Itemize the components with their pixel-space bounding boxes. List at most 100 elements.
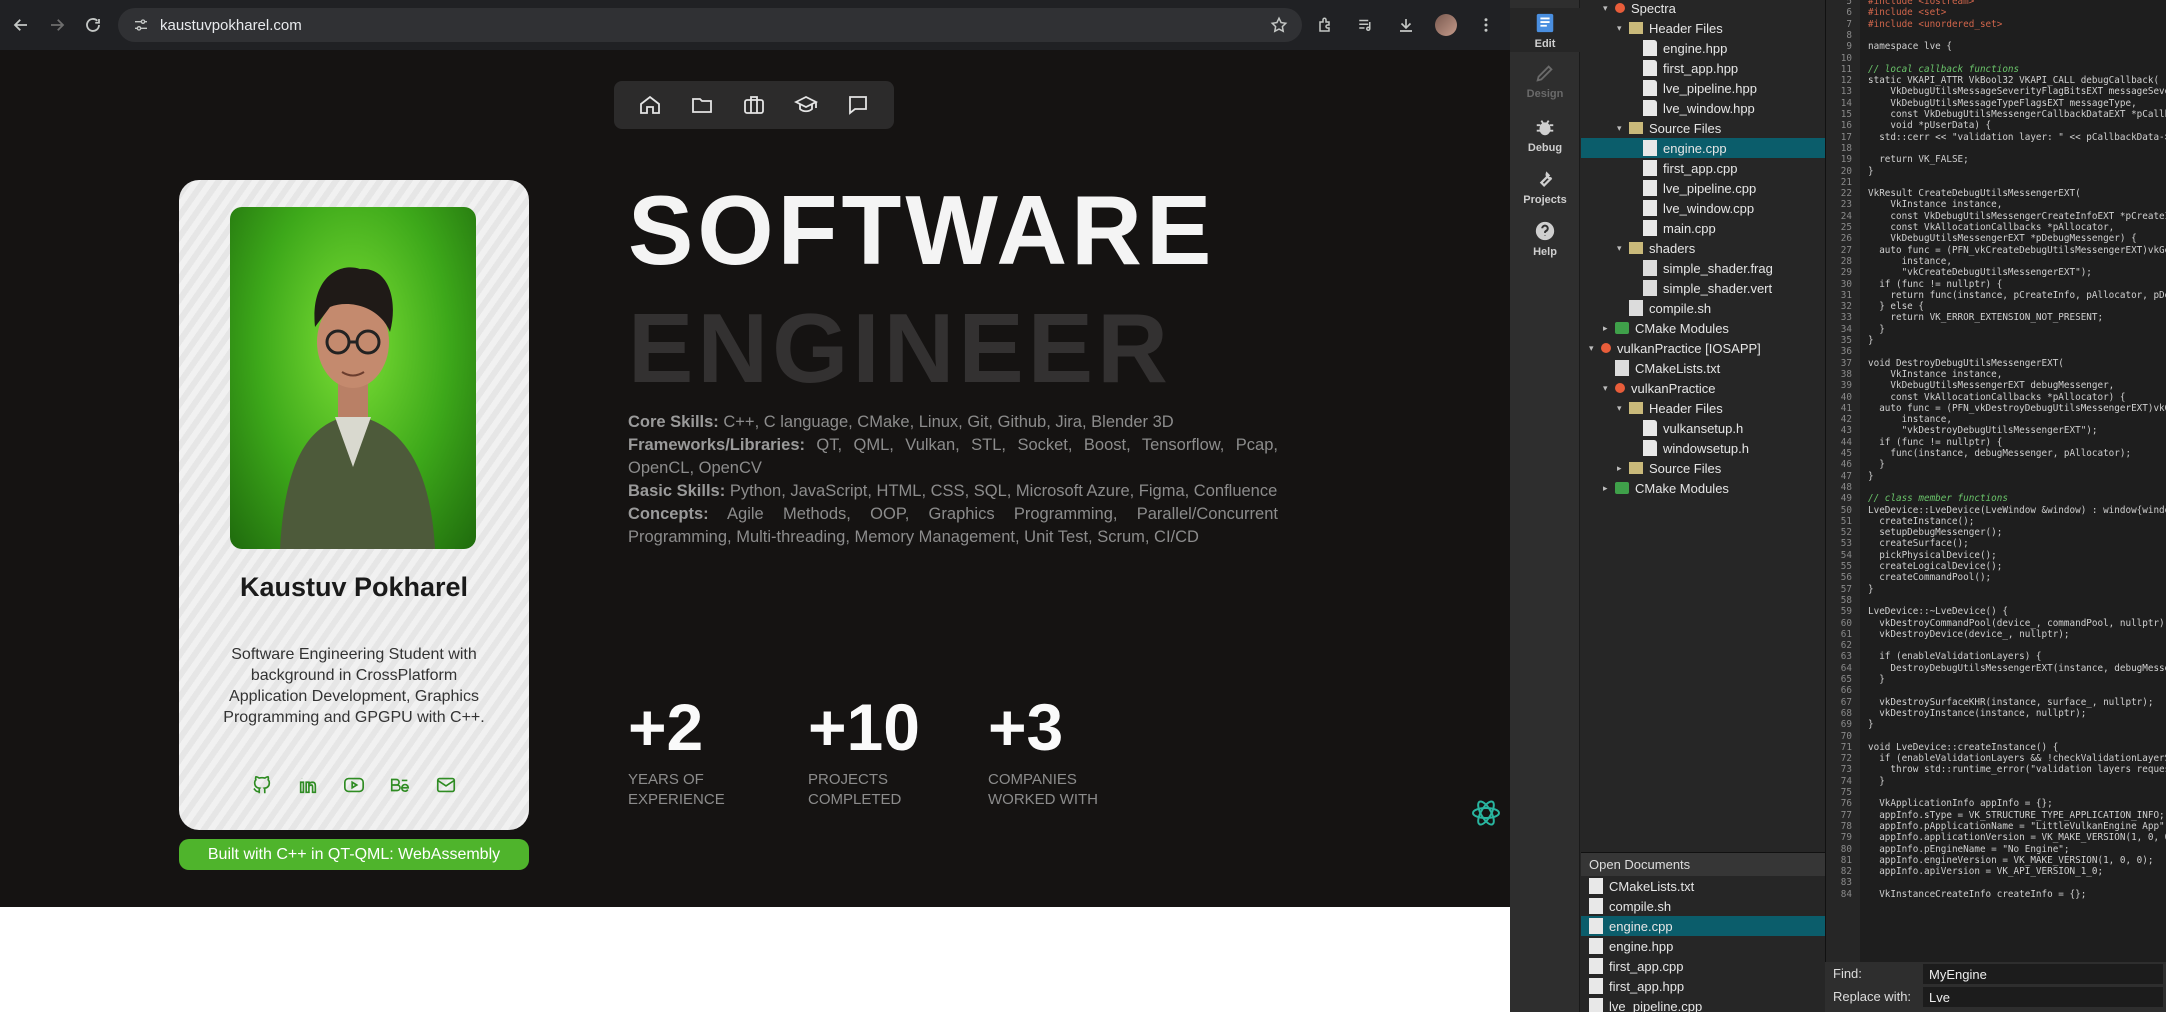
extensions-icon[interactable] [1310,10,1342,40]
tree-item[interactable]: vulkansetup.h [1581,418,1825,438]
replace-value: Lve [1929,989,1950,1005]
line-number: 74 [1840,775,1852,787]
stat-projects: +10 Projects Completed [808,690,978,810]
tree-item[interactable]: simple_shader.frag [1581,258,1825,278]
code-text: // class member functions [1868,493,2008,505]
back-icon[interactable] [6,10,36,40]
stat-label: Years of Experience [628,771,725,808]
chat-icon[interactable] [840,87,876,123]
profile-photo [230,207,476,549]
code-text: "vkCreateDebugUtilsMessengerEXT"); [1868,267,2092,279]
tree-item[interactable]: ▾ Header Files [1581,398,1825,418]
linkedin-icon[interactable] [295,772,321,798]
tree-item-label: Source Files [1649,460,1722,476]
chevron-right-icon[interactable]: ▸ [1603,323,1615,334]
behance-icon[interactable] [387,772,413,798]
tree-item[interactable]: engine.cpp [1581,138,1825,158]
chevron-down-icon[interactable]: ▾ [1617,403,1629,414]
profile-avatar[interactable] [1430,10,1462,40]
tree-item[interactable]: ▸ Source Files [1581,458,1825,478]
file-icon [1589,998,1603,1012]
open-document-item[interactable]: first_app.hpp [1581,976,1825,996]
line-number: 20 [1840,165,1852,177]
open-document-item[interactable]: CMakeLists.txt [1581,876,1825,896]
mode-debug[interactable]: Debug [1510,116,1580,154]
tree-item[interactable]: ▾ Header Files [1581,18,1825,38]
tree-item-label: engine.cpp [1663,140,1727,156]
file-icon [1643,40,1657,56]
tree-item[interactable]: lve_pipeline.hpp [1581,78,1825,98]
tree-item[interactable]: ▸ CMake Modules [1581,318,1825,338]
chevron-down-icon[interactable]: ▾ [1617,123,1629,134]
browser-menu-icon[interactable] [1470,10,1502,40]
line-number: 77 [1840,809,1852,821]
bookmark-star-icon[interactable] [1270,16,1288,39]
reload-icon[interactable] [78,10,108,40]
media-queue-icon[interactable] [1350,10,1382,40]
tree-item[interactable]: simple_shader.vert [1581,278,1825,298]
tree-item-label: first_app.cpp [1663,160,1738,176]
open-documents-header[interactable]: Open Documents [1581,852,1825,876]
cmake-icon [1615,322,1629,334]
line-number: 17 [1840,131,1852,143]
tree-item[interactable]: ▾ shaders [1581,238,1825,258]
open-document-item[interactable]: lve_pipeline.cpp [1581,996,1825,1012]
github-icon[interactable] [249,772,275,798]
mode-projects[interactable]: Projects [1510,168,1580,206]
code-text: LveDevice::~LveDevice() { [1868,606,2008,618]
forward-icon[interactable] [42,10,72,40]
tree-item[interactable]: first_app.cpp [1581,158,1825,178]
ai-assistant-icon[interactable] [1470,797,1502,829]
line-number: 84 [1840,888,1852,900]
chevron-down-icon[interactable]: ▾ [1617,23,1629,34]
mode-edit[interactable]: Edit [1510,8,1580,52]
site-info-icon[interactable] [126,17,156,33]
line-number: 13 [1840,86,1852,98]
tree-item[interactable]: lve_window.cpp [1581,198,1825,218]
replace-input[interactable]: Lve [1923,987,2163,1007]
tree-item[interactable]: main.cpp [1581,218,1825,238]
file-icon [1589,918,1603,934]
find-input[interactable]: MyEngine [1923,964,2163,984]
address-bar[interactable]: kaustuvpokharel.com [118,8,1302,42]
code-text: vkDestroyCommandPool(device_, commandPoo… [1868,617,2166,629]
tree-item[interactable]: ▾ Spectra [1581,0,1825,18]
chevron-down-icon[interactable]: ▾ [1603,383,1615,394]
tree-item[interactable]: compile.sh [1581,298,1825,318]
open-document-item[interactable]: engine.cpp [1581,916,1825,936]
tree-item[interactable]: lve_window.hpp [1581,98,1825,118]
tree-item[interactable]: engine.hpp [1581,38,1825,58]
tree-item[interactable]: CMakeLists.txt [1581,358,1825,378]
download-icon[interactable] [1390,10,1422,40]
site-navbar [614,81,894,129]
tree-item[interactable]: ▾ vulkanPractice [IOSAPP] [1581,338,1825,358]
mode-help[interactable]: Help [1510,220,1580,258]
tree-item[interactable]: ▸ CMake Modules [1581,478,1825,498]
chevron-right-icon[interactable]: ▸ [1617,463,1629,474]
tree-item[interactable]: windowsetup.h [1581,438,1825,458]
chevron-down-icon[interactable]: ▾ [1589,343,1601,354]
stat-years: +2 Years of Experience [628,690,798,810]
mode-design[interactable]: Design [1510,62,1580,100]
chevron-down-icon[interactable]: ▾ [1603,3,1615,14]
tree-item[interactable]: ▾ vulkanPractice [1581,378,1825,398]
youtube-icon[interactable] [341,772,367,798]
code-editor[interactable]: 5 #include <iostream> 6 #include <set> 7 #inc… [1825,0,2166,962]
line-number: 24 [1840,210,1852,222]
built-with-badge[interactable]: Built with C++ in QT-QML: WebAssembly [179,839,529,870]
tree-item[interactable]: lve_pipeline.cpp [1581,178,1825,198]
folder-icon[interactable] [684,87,720,123]
briefcase-icon[interactable] [736,87,772,123]
chevron-right-icon[interactable]: ▸ [1603,483,1615,494]
tree-item-label: main.cpp [1663,220,1716,236]
home-icon[interactable] [632,87,668,123]
graduation-cap-icon[interactable] [788,87,824,123]
open-document-item[interactable]: compile.sh [1581,896,1825,916]
open-document-item[interactable]: first_app.cpp [1581,956,1825,976]
stat-number: +3 [988,690,1064,764]
tree-item[interactable]: ▾ Source Files [1581,118,1825,138]
chevron-down-icon[interactable]: ▾ [1617,243,1629,254]
mail-icon[interactable] [433,772,459,798]
tree-item[interactable]: first_app.hpp [1581,58,1825,78]
open-document-item[interactable]: engine.hpp [1581,936,1825,956]
